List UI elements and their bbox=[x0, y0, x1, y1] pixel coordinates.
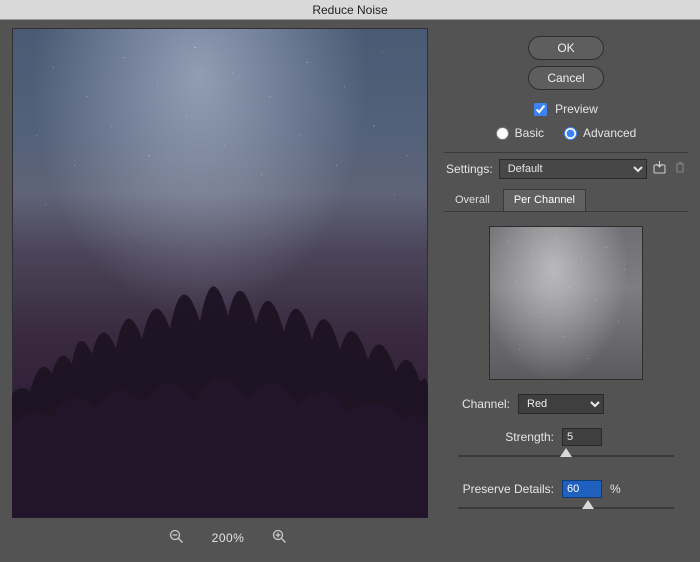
preserve-details-row: Preserve Details: % bbox=[444, 480, 688, 498]
preserve-thumb[interactable] bbox=[582, 500, 594, 509]
strength-input[interactable] bbox=[562, 428, 602, 446]
settings-preset-select[interactable]: Default bbox=[499, 159, 647, 179]
zoom-in-icon[interactable] bbox=[272, 529, 287, 547]
channel-preview[interactable] bbox=[489, 226, 643, 380]
preview-checkbox[interactable] bbox=[534, 103, 547, 116]
preserve-details-input[interactable] bbox=[562, 480, 602, 498]
basic-text: Basic bbox=[515, 126, 544, 140]
tab-bar: Overall Per Channel bbox=[444, 189, 688, 212]
basic-radio-label[interactable]: Basic bbox=[496, 126, 544, 140]
advanced-radio-label[interactable]: Advanced bbox=[564, 126, 636, 140]
settings-label: Settings: bbox=[446, 162, 493, 176]
ok-button[interactable]: OK bbox=[528, 36, 604, 60]
channel-row: Channel: Red bbox=[444, 394, 688, 414]
strength-slider[interactable] bbox=[458, 448, 674, 466]
image-preview[interactable] bbox=[12, 28, 428, 518]
strength-row: Strength: bbox=[444, 428, 688, 446]
save-preset-icon[interactable] bbox=[653, 161, 668, 177]
settings-row: Settings: Default bbox=[444, 159, 688, 179]
preview-pane: 200% bbox=[0, 20, 444, 562]
strength-thumb[interactable] bbox=[560, 448, 572, 457]
advanced-text: Advanced bbox=[583, 126, 636, 140]
strength-label: Strength: bbox=[452, 430, 554, 444]
zoom-level[interactable]: 200% bbox=[212, 531, 245, 545]
preserve-details-suffix: % bbox=[610, 482, 621, 496]
preserve-details-slider[interactable] bbox=[458, 500, 674, 518]
mode-radio-group: Basic Advanced bbox=[444, 126, 688, 140]
basic-radio[interactable] bbox=[496, 127, 509, 140]
preserve-details-label: Preserve Details: bbox=[452, 482, 554, 496]
controls-panel: OK Cancel Preview Basic Advanced Setting… bbox=[444, 20, 700, 562]
preview-toggle-row: Preview bbox=[444, 102, 688, 116]
dialog-title: Reduce Noise bbox=[312, 3, 387, 17]
reduce-noise-dialog: 200% OK Cancel Preview Basic Advanced S bbox=[0, 20, 700, 562]
preview-content bbox=[12, 204, 428, 518]
advanced-radio[interactable] bbox=[564, 127, 577, 140]
preview-label: Preview bbox=[555, 102, 598, 116]
zoom-controls: 200% bbox=[12, 518, 444, 558]
tab-overall[interactable]: Overall bbox=[444, 189, 501, 211]
trash-icon bbox=[674, 161, 686, 177]
cancel-button[interactable]: Cancel bbox=[528, 66, 604, 90]
zoom-out-icon[interactable] bbox=[169, 529, 184, 547]
channel-label: Channel: bbox=[452, 397, 510, 411]
divider bbox=[444, 152, 688, 153]
dialog-titlebar: Reduce Noise bbox=[0, 0, 700, 20]
preserve-track bbox=[458, 507, 674, 509]
channel-select[interactable]: Red bbox=[518, 394, 604, 414]
tab-per-channel[interactable]: Per Channel bbox=[503, 189, 586, 211]
